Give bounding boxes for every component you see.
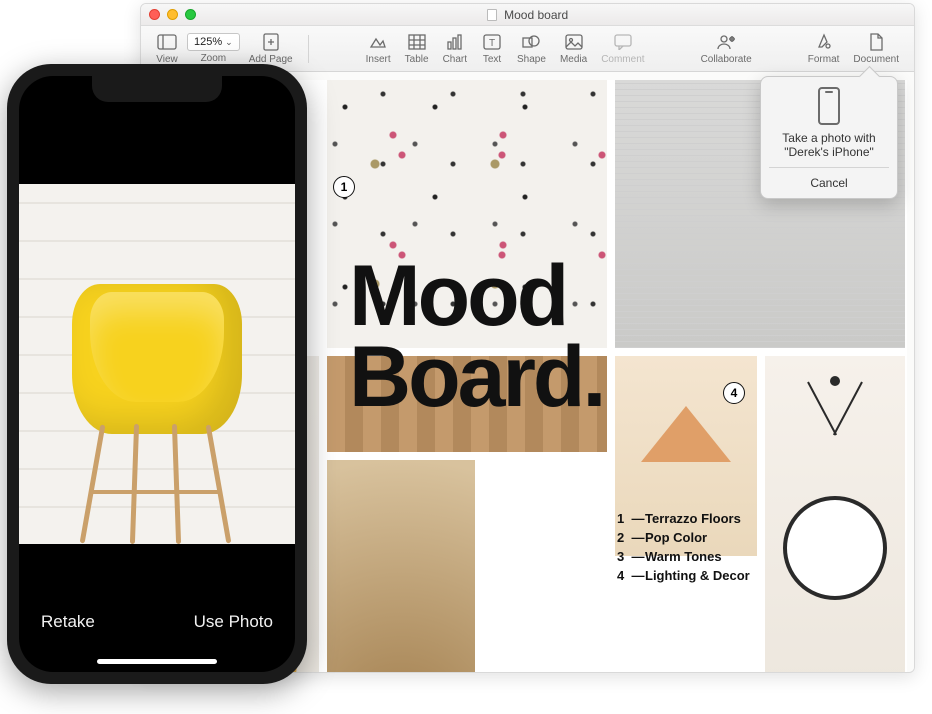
marker-1[interactable]: 1 <box>333 176 355 198</box>
iphone-icon <box>818 87 840 125</box>
view-button[interactable]: View <box>151 32 183 65</box>
image-fur-throw[interactable] <box>327 460 475 672</box>
popover-text: Take a photo with "Derek's iPhone" <box>769 131 889 159</box>
view-icon <box>156 32 178 52</box>
shape-button[interactable]: Shape <box>512 32 551 65</box>
page-title[interactable]: Mood Board. <box>349 256 603 418</box>
media-button[interactable]: Media <box>555 32 592 65</box>
chart-icon <box>444 32 466 52</box>
iphone-screen: Retake Use Photo <box>19 76 295 672</box>
collaborate-icon <box>715 32 737 52</box>
chevron-down-icon: ⌄ <box>225 37 233 48</box>
legend-item: 3—Warm Tones <box>617 548 750 567</box>
table-icon <box>406 32 428 52</box>
use-photo-button[interactable]: Use Photo <box>194 612 273 632</box>
format-button[interactable]: Format <box>803 32 845 65</box>
add-page-button[interactable]: Add Page <box>244 32 298 65</box>
document-icon <box>487 9 497 21</box>
zoom-control[interactable]: 125% ⌄ Zoom <box>187 33 240 64</box>
svg-text:T: T <box>489 38 495 49</box>
continuity-camera-popover: Take a photo with "Derek's iPhone" Cance… <box>760 76 898 199</box>
iphone-device: Retake Use Photo <box>7 64 307 684</box>
cancel-button[interactable]: Cancel <box>769 167 889 198</box>
media-icon <box>563 32 585 52</box>
document-panel-icon <box>865 32 887 52</box>
window-title: Mood board <box>141 8 914 22</box>
collaborate-button[interactable]: Collaborate <box>696 32 757 65</box>
image-round-mirror[interactable] <box>765 356 905 672</box>
retake-button[interactable]: Retake <box>41 612 95 632</box>
add-page-icon <box>260 32 282 52</box>
text-button[interactable]: T Text <box>476 32 508 65</box>
comment-button: Comment <box>596 32 649 65</box>
document-title: Mood board <box>504 8 568 22</box>
document-button[interactable]: Document <box>848 32 904 65</box>
legend-item: 1—Terrazzo Floors <box>617 510 750 529</box>
camera-photo-preview <box>19 184 295 544</box>
legend-list[interactable]: 1—Terrazzo Floors 2—Pop Color 3—Warm Ton… <box>617 510 750 585</box>
home-indicator[interactable] <box>97 659 217 664</box>
legend-item: 2—Pop Color <box>617 529 750 548</box>
table-button[interactable]: Table <box>400 32 434 65</box>
marker-4[interactable]: 4 <box>723 382 745 404</box>
zoom-value: 125% <box>194 36 222 48</box>
iphone-notch <box>92 76 222 102</box>
insert-button[interactable]: Insert <box>361 32 396 65</box>
preview-yellow-chair <box>62 264 252 544</box>
window-titlebar: Mood board <box>141 4 914 26</box>
insert-icon <box>367 32 389 52</box>
comment-icon <box>612 32 634 52</box>
toolbar-separator <box>308 35 309 63</box>
format-icon <box>813 32 835 52</box>
text-icon: T <box>481 32 503 52</box>
legend-item: 4—Lighting & Decor <box>617 567 750 586</box>
shape-icon <box>520 32 542 52</box>
chart-button[interactable]: Chart <box>438 32 472 65</box>
zoom-label: Zoom <box>201 53 227 64</box>
